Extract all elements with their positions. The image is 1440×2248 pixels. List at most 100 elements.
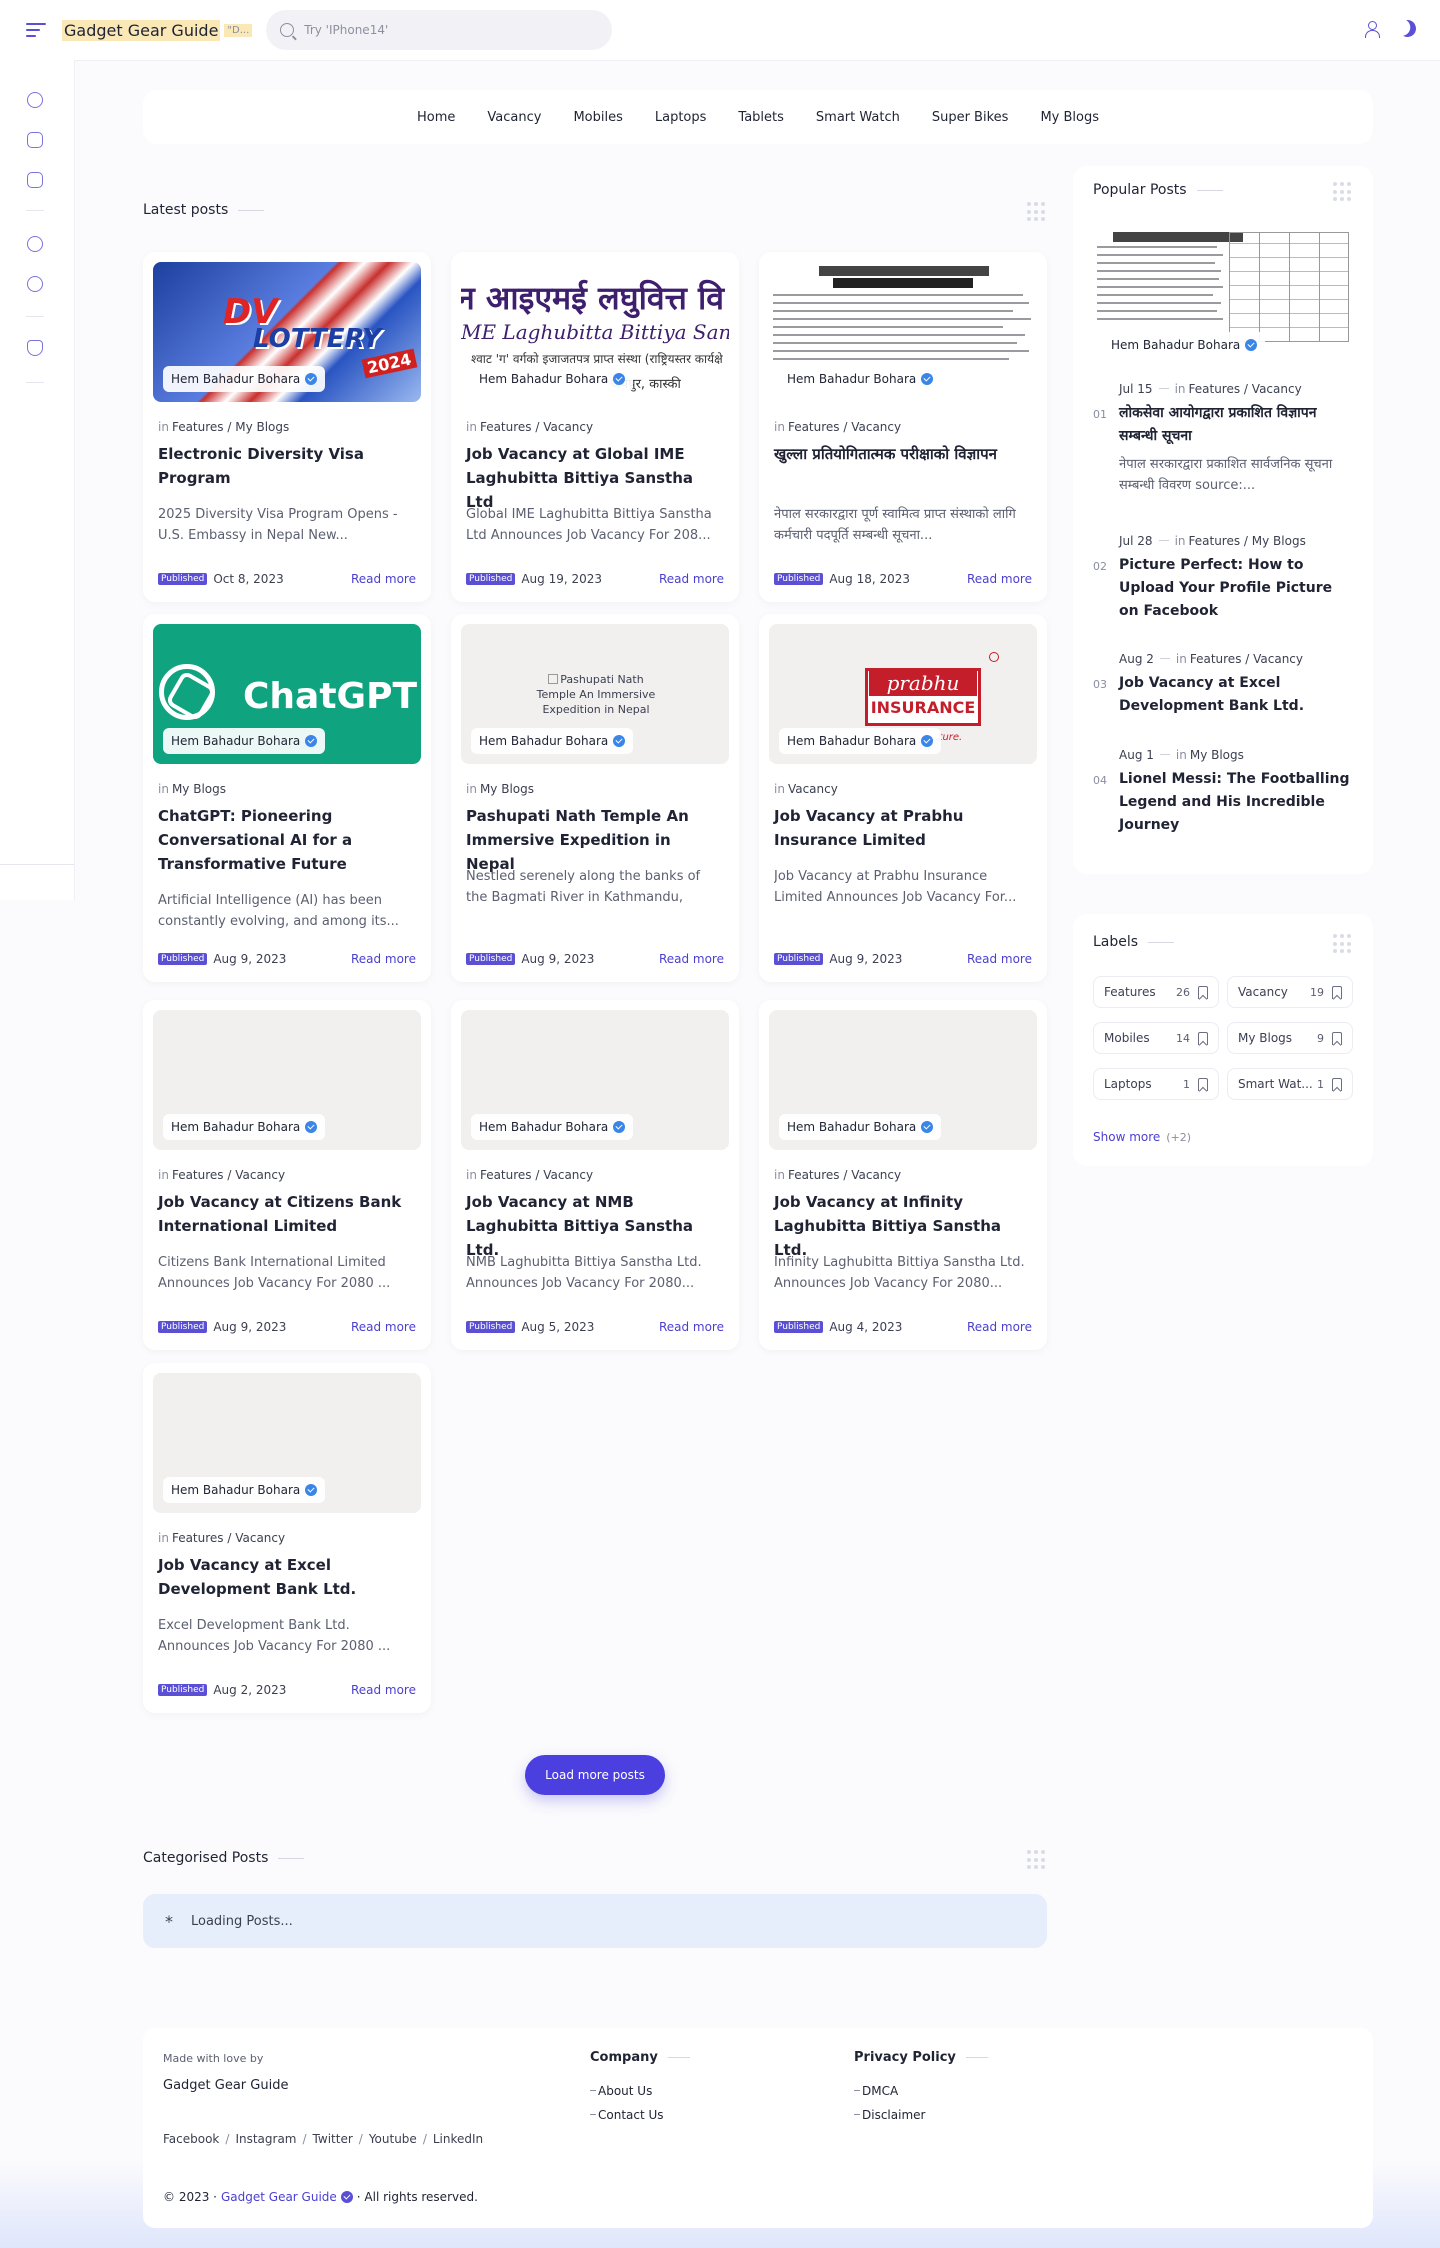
author-badge[interactable]: Hem Bahadur Bohara	[163, 1114, 326, 1140]
youtube-link[interactable]: Youtube	[369, 2132, 417, 2146]
read-more-link[interactable]: Read more	[967, 952, 1032, 966]
post-thumbnail[interactable]: Hem Bahadur Bohara	[769, 1010, 1037, 1150]
disclaimer-link[interactable]: Disclaimer	[854, 2108, 925, 2122]
popular-category[interactable]: Features / Vacancy	[1190, 652, 1303, 666]
moon-icon[interactable]	[1397, 18, 1419, 40]
nav-vacancy[interactable]: Vacancy	[487, 110, 541, 125]
post-title[interactable]: Electronic Diversity Visa Program	[158, 442, 416, 490]
show-more-link[interactable]: Show more (+2)	[1093, 1130, 1191, 1144]
post-thumbnail[interactable]: DV LOTTERY 2024 Hem Bahadur Bohara	[153, 262, 421, 402]
post-category[interactable]: in Features / Vacancy	[158, 1531, 285, 1545]
user-icon[interactable]	[1363, 20, 1381, 38]
linkedin-link[interactable]: LinkedIn	[433, 2132, 483, 2146]
post-category[interactable]: in My Blogs	[158, 782, 226, 796]
author-badge[interactable]: Hem Bahadur Bohara	[779, 728, 942, 754]
read-more-link[interactable]: Read more	[967, 1320, 1032, 1334]
popular-title[interactable]: Lionel Messi: The Footballing Legend and…	[1119, 768, 1355, 837]
nav-home[interactable]: Home	[417, 110, 455, 125]
post-card[interactable]: DV LOTTERY 2024 Hem Bahadur Bohara in Fea…	[143, 252, 431, 602]
post-category[interactable]: in My Blogs	[466, 782, 534, 796]
nav-tablets[interactable]: Tablets	[738, 110, 784, 125]
post-card[interactable]: Hem Bahadur Bohara in Features / Vacancy …	[143, 1363, 431, 1713]
post-card[interactable]: न आइएमई लघुवित्त वि ME Laghubitta Bittiy…	[451, 252, 739, 602]
contact-us-link[interactable]: Contact Us	[590, 2108, 664, 2122]
read-more-link[interactable]: Read more	[351, 1683, 416, 1697]
label-chip[interactable]: Laptops 1	[1093, 1068, 1219, 1100]
post-category[interactable]: in Features / Vacancy	[774, 1168, 901, 1182]
twitter-link[interactable]: Twitter	[313, 2132, 353, 2146]
about-us-link[interactable]: About Us	[590, 2084, 652, 2098]
users-icon[interactable]	[27, 236, 43, 252]
post-category[interactable]: in Features / Vacancy	[158, 1168, 285, 1182]
shield-icon[interactable]	[27, 340, 43, 356]
post-category[interactable]: in Features / Vacancy	[466, 420, 593, 434]
smile-icon[interactable]	[27, 92, 43, 108]
copyright-brand-link[interactable]: Gadget Gear Guide	[221, 2190, 337, 2204]
author-badge[interactable]: Hem Bahadur Bohara	[163, 728, 326, 754]
instagram-link[interactable]: Instagram	[235, 2132, 296, 2146]
author-badge[interactable]: Hem Bahadur Bohara	[471, 1114, 634, 1140]
post-thumbnail[interactable]: न आइएमई लघुवित्त वि ME Laghubitta Bittiy…	[461, 262, 729, 402]
post-thumbnail[interactable]: ChatGPT Hem Bahadur Bohara	[153, 624, 421, 764]
search-input[interactable]	[304, 23, 585, 37]
popular-title[interactable]: लोकसेवा आयोगद्वारा प्रकाशित विज्ञापन सम्…	[1119, 402, 1355, 448]
author-badge[interactable]: Hem Bahadur Bohara	[779, 1114, 942, 1140]
menu-icon[interactable]	[26, 23, 46, 37]
nav-my-blogs[interactable]: My Blogs	[1040, 110, 1099, 125]
post-title[interactable]: खुल्ला प्रतियोगितात्मक परीक्षाको विज्ञाप…	[774, 442, 1032, 466]
author-badge[interactable]: Hem Bahadur Bohara	[163, 366, 326, 392]
post-title[interactable]: Job Vacancy at Prabhu Insurance Limited	[774, 804, 1032, 852]
nav-smart-watch[interactable]: Smart Watch	[816, 110, 900, 125]
post-card[interactable]: Hem Bahadur Bohara in Features / Vacancy …	[759, 252, 1047, 602]
post-thumbnail[interactable]: Hem Bahadur Bohara	[153, 1373, 421, 1513]
post-thumbnail[interactable]: Hem Bahadur Bohara	[769, 262, 1037, 402]
author-badge[interactable]: Hem Bahadur Bohara	[779, 366, 942, 392]
popular-category[interactable]: Features / Vacancy	[1189, 382, 1302, 396]
post-thumbnail[interactable]: Hem Bahadur Bohara	[153, 1010, 421, 1150]
post-category[interactable]: in Features / My Blogs	[158, 420, 289, 434]
author-badge[interactable]: Hem Bahadur Bohara	[163, 1477, 326, 1503]
post-card[interactable]: Hem Bahadur Bohara in Features / Vacancy …	[143, 1000, 431, 1350]
label-chip[interactable]: Vacancy 19	[1227, 976, 1353, 1008]
label-chip[interactable]: Smart Wat... 1	[1227, 1068, 1353, 1100]
footer-brand[interactable]: Gadget Gear Guide	[163, 2078, 288, 2093]
post-card[interactable]: Hem Bahadur Bohara in Features / Vacancy …	[759, 1000, 1047, 1350]
post-card[interactable]: Hem Bahadur Bohara in Features / Vacancy …	[451, 1000, 739, 1350]
post-card[interactable]: ChatGPT Hem Bahadur Bohara in My Blogs Ch…	[143, 614, 431, 982]
popular-category[interactable]: Features / My Blogs	[1189, 534, 1306, 548]
nav-laptops[interactable]: Laptops	[655, 110, 707, 125]
folder-icon[interactable]	[27, 132, 43, 148]
label-chip[interactable]: Features 26	[1093, 976, 1219, 1008]
post-card[interactable]: Pashupati Nath Temple An Immersive Exped…	[451, 614, 739, 982]
popular-title[interactable]: Job Vacancy at Excel Development Bank Lt…	[1119, 672, 1355, 718]
label-chip[interactable]: Mobiles 14	[1093, 1022, 1219, 1054]
author-badge[interactable]: Hem Bahadur Bohara	[471, 366, 634, 392]
author-badge[interactable]: Hem Bahadur Bohara	[1103, 332, 1266, 358]
read-more-link[interactable]: Read more	[351, 572, 416, 586]
post-title[interactable]: Job Vacancy at Excel Development Bank Lt…	[158, 1553, 416, 1601]
read-more-link[interactable]: Read more	[659, 1320, 724, 1334]
read-more-link[interactable]: Read more	[351, 952, 416, 966]
read-more-link[interactable]: Read more	[659, 572, 724, 586]
popular-title[interactable]: Picture Perfect: How to Upload Your Prof…	[1119, 554, 1355, 623]
read-more-link[interactable]: Read more	[967, 572, 1032, 586]
read-more-link[interactable]: Read more	[351, 1320, 416, 1334]
post-title[interactable]: ChatGPT: Pioneering Conversational AI fo…	[158, 804, 416, 876]
post-thumbnail[interactable]: Hem Bahadur Bohara	[461, 1010, 729, 1150]
author-badge[interactable]: Hem Bahadur Bohara	[471, 728, 634, 754]
facebook-link[interactable]: Facebook	[163, 2132, 219, 2146]
popular-category[interactable]: My Blogs	[1190, 748, 1244, 762]
nav-super-bikes[interactable]: Super Bikes	[932, 110, 1009, 125]
nav-mobiles[interactable]: Mobiles	[573, 110, 622, 125]
dmca-link[interactable]: DMCA	[854, 2084, 898, 2098]
post-thumbnail[interactable]: prabhu INSURANCE ...ture. Hem Bahadur Bo…	[769, 624, 1037, 764]
folder-icon[interactable]	[27, 172, 43, 188]
popular-thumbnail[interactable]: Hem Bahadur Bohara	[1093, 228, 1353, 368]
post-category[interactable]: in Features / Vacancy	[774, 420, 901, 434]
label-chip[interactable]: My Blogs 9	[1227, 1022, 1353, 1054]
read-more-link[interactable]: Read more	[659, 952, 724, 966]
post-card[interactable]: prabhu INSURANCE ...ture. Hem Bahadur Bo…	[759, 614, 1047, 982]
emoji-icon[interactable]	[27, 276, 43, 292]
load-more-button[interactable]: Load more posts	[525, 1755, 665, 1795]
post-thumbnail[interactable]: Pashupati Nath Temple An Immersive Exped…	[461, 624, 729, 764]
